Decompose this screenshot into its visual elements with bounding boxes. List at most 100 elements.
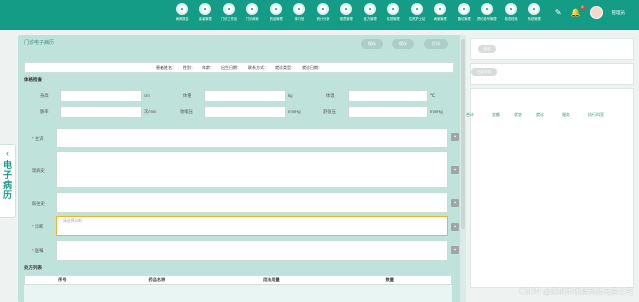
systolic-input[interactable] (204, 106, 286, 118)
nav-label: 住院管理 (386, 17, 400, 21)
nav-item[interactable]: 住院管理 (382, 3, 406, 22)
nav-icon (528, 3, 541, 15)
emr-panel: 门诊电子病历 保存 保存 打印 患者姓名： 性别： 年龄： 出生日期： 联系方式… (18, 35, 466, 302)
present-illness-field[interactable] (56, 151, 448, 188)
nav-label: 门诊病案 (245, 17, 259, 21)
bell-icon[interactable]: 🔔 6 (571, 5, 585, 17)
save-button[interactable]: 保存 (392, 39, 414, 49)
delete-icon[interactable]: ▪ (451, 133, 459, 141)
pulse-label: 脉率 (40, 109, 49, 114)
medical-advice-field[interactable] (56, 240, 448, 261)
nav-item[interactable]: 随访管理 (452, 3, 476, 22)
nav-icon (434, 3, 447, 15)
patient-info-item: 年龄： (202, 64, 214, 70)
nav-icon (246, 3, 259, 15)
nav-item[interactable]: 药品管理 (264, 3, 288, 22)
temperature-input[interactable] (348, 90, 428, 102)
systolic-unit: mmHg (288, 109, 301, 114)
avatar[interactable] (589, 6, 603, 19)
patient-info-item: 就诊日期： (302, 64, 322, 70)
nav-icon (363, 3, 376, 15)
nav-icon (387, 3, 400, 15)
nav-item[interactable]: 检查检验 (499, 3, 523, 22)
watermark: CSDN @深圳市快鲢科技有限公司 (519, 287, 633, 296)
nav-item[interactable]: 统计分析 (311, 3, 335, 22)
table-row (24, 285, 452, 302)
nav-label: 排行班 (294, 17, 305, 21)
nav-label: 预约挂号管理 (477, 17, 497, 21)
chief-complaint-label: * 主诉 (32, 136, 44, 141)
nav-item[interactable]: 住院护士站 (405, 3, 429, 22)
top-bar: 病例报告 患者管理 门诊工作站 门诊病案 药品管理 排行班 统计分析 报表管理 处方管理 住院管理… (0, 0, 639, 30)
height-input[interactable] (60, 90, 142, 102)
nav-icon (199, 3, 212, 15)
nav-item[interactable]: 预约挂号管理 (476, 3, 500, 22)
delete-icon[interactable]: ▪ (451, 223, 459, 231)
column-header: 状态 (514, 112, 522, 117)
nav-item[interactable]: 排行班 (288, 3, 312, 22)
column-header: 金额 (492, 112, 500, 117)
emr-side-tab[interactable]: ‹ 电子病历 (0, 144, 16, 218)
print-button[interactable]: 打印 (424, 39, 448, 49)
weight-label: 体重 (183, 93, 192, 98)
weight-unit: kg (288, 93, 293, 98)
height-unit: cm (144, 93, 150, 98)
column-header: 药品名称 (148, 277, 166, 282)
scrollbar-thumb[interactable] (461, 39, 465, 229)
nav-label: 报表管理 (339, 17, 353, 21)
patient-info-item: 患者姓名： (156, 64, 176, 70)
nav-item[interactable]: 报表管理 (335, 3, 359, 22)
vitals-section-title: 体格检查 (24, 77, 42, 82)
past-history-label: 既往史 (32, 201, 45, 206)
column-header: 合计 (466, 112, 474, 117)
pulse-input[interactable] (60, 106, 142, 118)
column-header: 序号 (58, 277, 67, 282)
weight-input[interactable] (204, 90, 286, 102)
nav-label: 病例报告 (175, 17, 189, 21)
nav-item[interactable]: 系统管理 (523, 3, 547, 22)
nav-item[interactable]: 门诊病案 (241, 3, 265, 22)
present-illness-label: 现病史 (32, 168, 45, 173)
nav-item[interactable]: 病案管理 (429, 3, 453, 22)
pen-icon[interactable]: ✎ (555, 8, 562, 17)
nav-label: 随访管理 (457, 17, 471, 21)
nav-label: 系统管理 (527, 17, 541, 21)
status-pill[interactable]: 已收待诊 (471, 68, 497, 76)
delete-icon[interactable]: ▪ (451, 246, 459, 254)
nav-label: 住院护士站 (408, 17, 425, 21)
nav-label: 检查检验 (504, 17, 518, 21)
nav-item[interactable]: 患者管理 (194, 3, 218, 22)
patient-info-item: 性别： (183, 64, 195, 70)
patient-info-item: 就诊类型： (275, 64, 295, 70)
nav-icon (316, 3, 329, 15)
patient-info-item: 联系方式： (248, 64, 268, 70)
temperature-label: 体温 (326, 93, 335, 98)
delete-icon[interactable]: ▪ (451, 166, 459, 174)
nav-icon (457, 3, 470, 15)
systolic-label: 收缩压 (180, 109, 193, 114)
delete-icon[interactable]: ▪ (451, 199, 459, 207)
patient-info-item: 出生日期： (221, 64, 241, 70)
top-bar-actions: ✎ 🔔 6 管理员 (555, 5, 626, 19)
nav-icon (504, 3, 517, 15)
nav-icon (293, 3, 306, 15)
status-pill[interactable]: 待收 (478, 45, 496, 53)
diagnosis-select[interactable]: 请选择诊断 (56, 216, 448, 236)
username[interactable]: 管理员 (612, 10, 626, 16)
diagnosis-label: * 诊断 (32, 224, 44, 229)
nav-item[interactable]: 门诊工作站 (217, 3, 241, 22)
column-header: 用法用量 (262, 277, 280, 282)
nav-label: 处方管理 (363, 17, 377, 21)
nav-item[interactable]: 处方管理 (358, 3, 382, 22)
save-button[interactable]: 保存 (361, 39, 383, 49)
nav-label: 统计分析 (316, 17, 330, 21)
nav-label: 患者管理 (198, 17, 212, 21)
diastolic-input[interactable] (348, 106, 428, 118)
medical-advice-label: * 医嘱 (32, 248, 44, 253)
patient-info-bar: 患者姓名： 性别： 年龄： 出生日期： 联系方式： 就诊类型： 就诊日期： (24, 62, 454, 73)
main-nav: 病例报告 患者管理 门诊工作站 门诊病案 药品管理 排行班 统计分析 报表管理 处方管理 住院管理… (170, 3, 546, 22)
nav-item[interactable]: 病例报告 (170, 3, 194, 22)
chief-complaint-field[interactable] (56, 128, 448, 148)
past-history-field[interactable] (56, 192, 448, 213)
prescription-section-title: 处方列表 (24, 265, 42, 270)
